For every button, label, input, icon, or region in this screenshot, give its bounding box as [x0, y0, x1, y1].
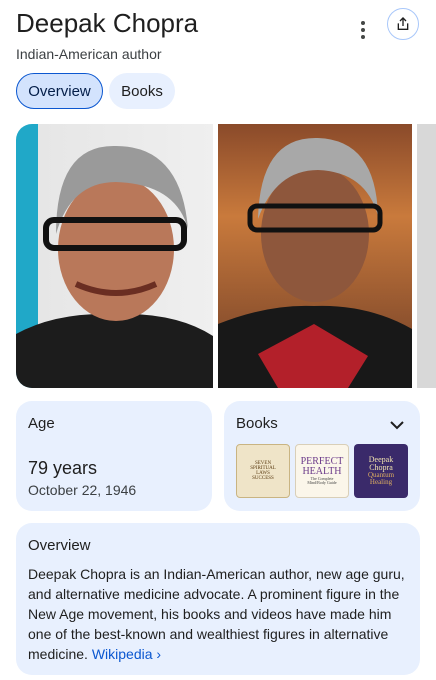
book-cover[interactable]: SEVEN SPIRITUAL LAWS SUCCESS — [236, 444, 290, 498]
overview-card: Overview Deepak Chopra is an Indian-Amer… — [16, 523, 420, 675]
photo-2[interactable] — [218, 124, 412, 388]
chevron-right-icon: › — [156, 646, 162, 662]
overview-label: Overview — [28, 537, 91, 554]
more-vertical-dot — [361, 28, 365, 32]
knowledge-panel-header: Deepak Chopra Indian-American author — [16, 8, 420, 78]
book-cover-text: Healing — [369, 478, 393, 486]
chevron-down-icon[interactable] — [387, 415, 407, 435]
image-carousel[interactable] — [16, 124, 436, 388]
book-cover-text: SUCCESS — [252, 476, 274, 481]
tab-books[interactable]: Books — [109, 73, 175, 109]
tab-overview[interactable]: Overview — [16, 73, 103, 109]
subtitle: Indian-American author — [16, 46, 162, 62]
age-label: Age — [28, 415, 55, 432]
wikipedia-link[interactable]: Wikipedia › — [92, 646, 161, 662]
share-button[interactable] — [387, 8, 419, 40]
overview-description: Deepak Chopra is an Indian-American auth… — [28, 564, 412, 664]
overview-text: Deepak Chopra is an Indian-American auth… — [28, 566, 405, 662]
share-icon — [397, 17, 409, 30]
more-vertical-dot — [361, 35, 365, 39]
books-label: Books — [236, 415, 278, 432]
book-cover[interactable]: Deepak Chopra Quantum Healing — [354, 444, 408, 498]
book-cover[interactable]: PERFECT HEALTH The Complete Mind/Body Gu… — [295, 444, 349, 498]
photo-1[interactable] — [16, 124, 213, 388]
birth-date: October 22, 1946 — [28, 482, 137, 498]
wikipedia-link-label: Wikipedia — [91, 646, 153, 662]
page-title: Deepak Chopra — [16, 8, 199, 38]
books-card[interactable]: Books SEVEN SPIRITUAL LAWS SUCCESS PERFE… — [224, 401, 420, 511]
book-cover-text: Mind/Body Guide — [307, 480, 337, 485]
age-card[interactable]: Age 79 years October 22, 1946 — [16, 401, 212, 511]
more-vertical-icon — [361, 21, 365, 25]
age-value: 79 years — [28, 458, 98, 478]
photo-3[interactable] — [417, 124, 436, 388]
portrait-illustration — [218, 137, 412, 388]
portrait-illustration — [16, 145, 213, 388]
more-options-button[interactable] — [352, 16, 374, 44]
